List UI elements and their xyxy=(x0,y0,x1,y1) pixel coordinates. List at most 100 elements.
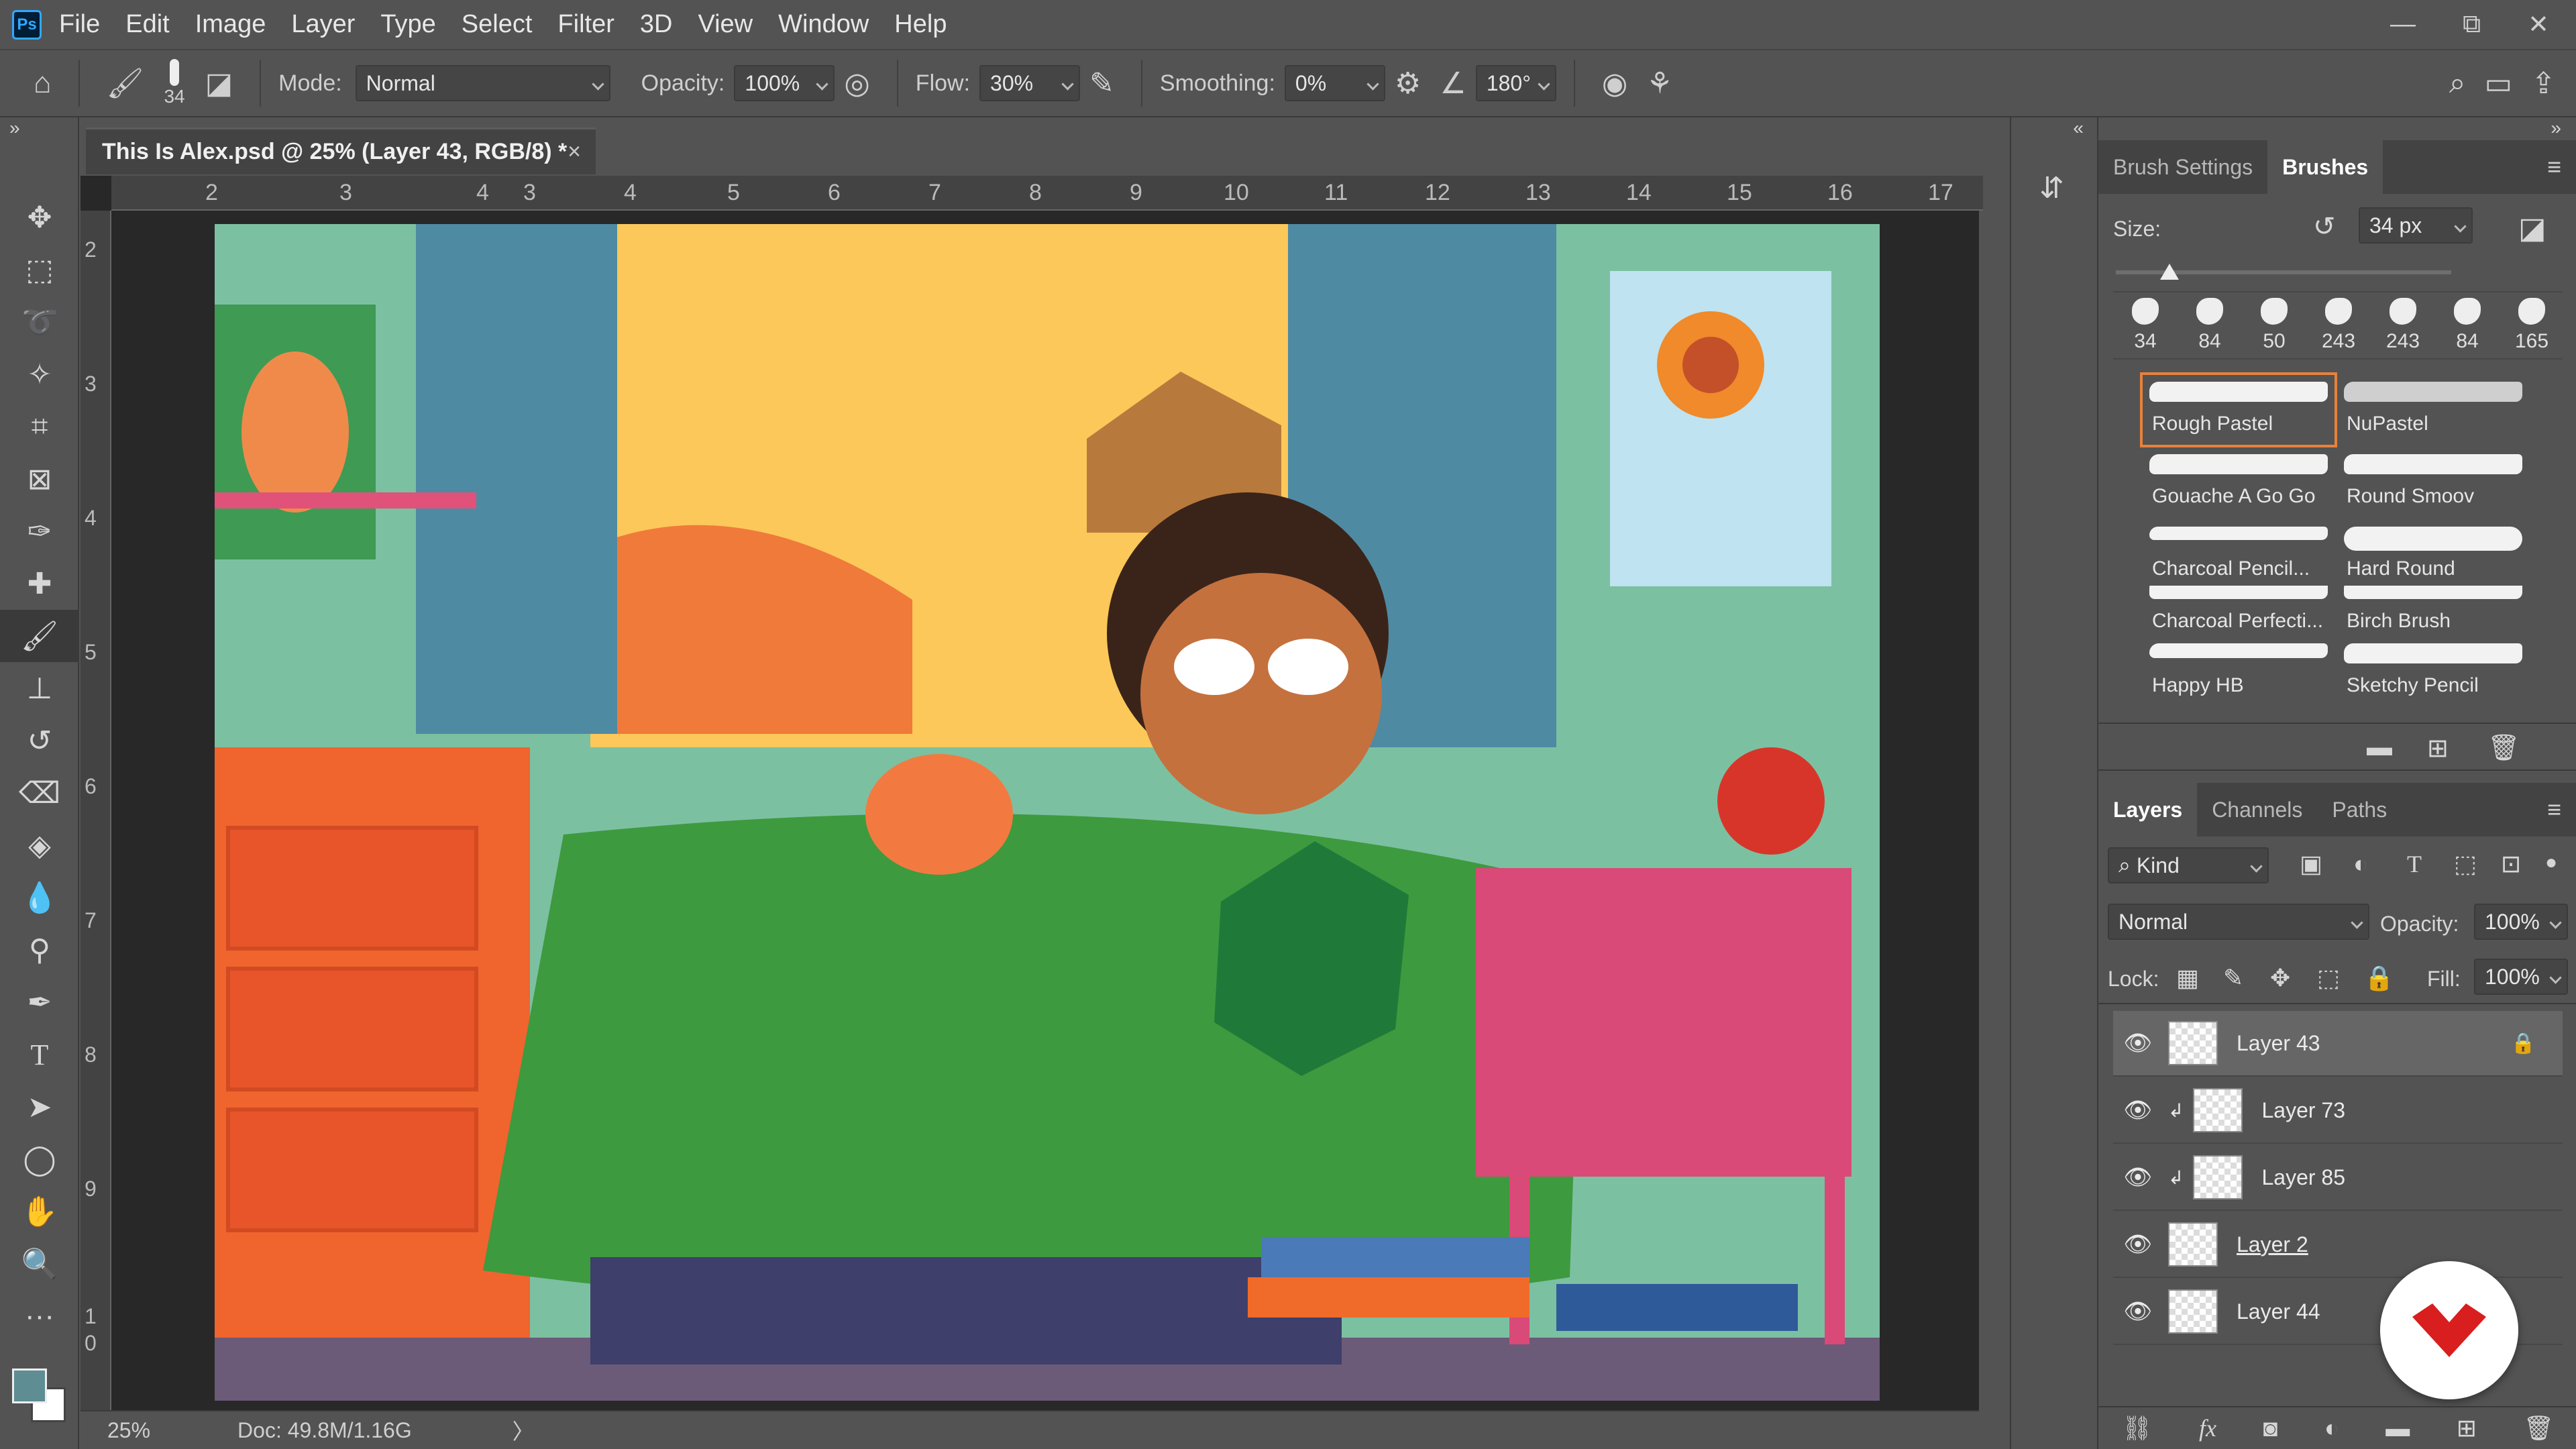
tab-layers[interactable]: Layers xyxy=(2098,783,2198,837)
collapse-icon[interactable]: « xyxy=(2073,117,2084,139)
menu-image[interactable]: Image xyxy=(195,10,266,39)
floating-logo-button[interactable] xyxy=(2380,1261,2518,1399)
add-mask-icon[interactable]: ◙ xyxy=(2263,1414,2278,1442)
panel-menu-icon[interactable]: ≡ xyxy=(2547,796,2561,824)
history-brush-tool-icon[interactable]: ↺ xyxy=(0,714,79,767)
brush-tool-icon[interactable]: 🖌 xyxy=(0,610,79,662)
menu-3d[interactable]: 3D xyxy=(640,10,673,39)
brush-item[interactable]: Sketchy Pencil xyxy=(2337,637,2529,706)
magic-wand-tool-icon[interactable]: ✧ xyxy=(0,348,79,400)
hand-tool-icon[interactable]: ✋ xyxy=(0,1185,79,1238)
brush-preset[interactable]: 243 xyxy=(2306,292,2371,357)
filter-toggle-icon[interactable]: ● xyxy=(2545,851,2557,874)
kind-filter-dropdown[interactable]: ⌕ Kind xyxy=(2108,847,2269,883)
tab-channels[interactable]: Channels xyxy=(2197,783,2317,837)
menu-layer[interactable]: Layer xyxy=(291,10,355,39)
brush-item[interactable]: Charcoal Perfecti... xyxy=(2143,586,2334,637)
fill-input[interactable]: 100% xyxy=(2474,959,2568,995)
smoothing-settings-gear-icon[interactable]: ⚙ xyxy=(1395,66,1421,101)
layer-row-selected[interactable]: 👁 Layer 43 🔒 xyxy=(2113,1011,2563,1077)
delete-brush-icon[interactable]: 🗑 xyxy=(2487,733,2520,763)
new-brush-preset-icon[interactable]: ⊞ xyxy=(2427,733,2449,763)
symmetry-butterfly-icon[interactable]: ⚘ xyxy=(1646,66,1672,101)
ruler-horizontal[interactable]: 2 3 4 3 4 5 6 7 8 9 10 11 12 13 14 15 16… xyxy=(111,176,1983,211)
toolbar-collapse[interactable]: » xyxy=(0,117,78,191)
new-group-icon[interactable]: ▬ xyxy=(2385,1414,2410,1442)
eraser-tool-icon[interactable]: ⌫ xyxy=(0,767,79,819)
workspace-icon[interactable]: ▭ xyxy=(2485,66,2513,101)
restore-button[interactable]: ⧉ xyxy=(2463,10,2481,39)
menu-view[interactable]: View xyxy=(698,10,753,39)
menu-select[interactable]: Select xyxy=(462,10,533,39)
brush-item[interactable]: Gouache A Go Go xyxy=(2143,447,2334,517)
tab-paths[interactable]: Paths xyxy=(2317,783,2402,837)
filter-type-icon[interactable]: T xyxy=(2407,850,2422,878)
artwork-canvas[interactable] xyxy=(215,224,1880,1401)
close-window-button[interactable]: ✕ xyxy=(2528,9,2549,40)
dodge-tool-icon[interactable]: ⚲ xyxy=(0,924,79,976)
tab-brushes[interactable]: Brushes xyxy=(2267,140,2383,194)
move-tool-icon[interactable]: ✥ xyxy=(0,191,79,244)
marquee-tool-icon[interactable]: ⬚ xyxy=(0,244,79,296)
healing-brush-tool-icon[interactable]: ✚ xyxy=(0,557,79,610)
paint-bucket-tool-icon[interactable]: ◈ xyxy=(0,819,79,871)
brush-item[interactable]: Hard Round xyxy=(2337,520,2529,590)
more-tools-icon[interactable]: ··· xyxy=(0,1290,79,1342)
airbrush-icon[interactable]: ✎ xyxy=(1089,66,1114,101)
filter-shape-icon[interactable]: ⬚ xyxy=(2454,850,2477,878)
visibility-eye-icon[interactable]: 👁 xyxy=(2123,1231,2153,1258)
history-panel-icon[interactable]: ⇵ xyxy=(2039,171,2064,205)
link-layers-icon[interactable]: ⛓ xyxy=(2122,1414,2153,1442)
zoom-tool-icon[interactable]: 🔍 xyxy=(0,1238,79,1290)
layer-row[interactable]: 👁 ↲ Layer 85 xyxy=(2113,1145,2563,1211)
layer-row[interactable]: 👁 Layer 2 xyxy=(2113,1212,2563,1278)
brush-item[interactable]: Round Smoov xyxy=(2337,447,2529,517)
brush-size-preview[interactable]: 34 xyxy=(164,59,185,107)
size-input[interactable]: 34 px xyxy=(2359,207,2473,244)
menu-file[interactable]: File xyxy=(59,10,100,39)
zoom-level[interactable]: 25% xyxy=(107,1418,150,1443)
lasso-tool-icon[interactable]: ➰ xyxy=(0,296,79,348)
mode-dropdown[interactable]: Normal xyxy=(355,65,610,101)
brush-item[interactable]: Birch Brush xyxy=(2337,586,2529,637)
lock-all-icon[interactable]: 🔒 xyxy=(2364,964,2394,992)
brush-item-selected[interactable]: Rough Pastel xyxy=(2140,372,2337,447)
search-icon[interactable]: ⌕ xyxy=(2449,66,2466,100)
path-selection-tool-icon[interactable]: ➤ xyxy=(0,1081,79,1133)
crop-tool-icon[interactable]: ⌗ xyxy=(0,400,79,453)
filter-pixel-icon[interactable]: ▣ xyxy=(2300,850,2322,878)
brush-item[interactable]: NuPastel xyxy=(2337,375,2529,445)
blend-mode-dropdown[interactable]: Normal xyxy=(2108,904,2369,940)
foreground-color-swatch[interactable] xyxy=(12,1368,47,1403)
brush-preset[interactable]: 50 xyxy=(2242,292,2306,357)
brush-preset[interactable]: 34 xyxy=(2113,292,2178,357)
ellipse-tool-icon[interactable]: ◯ xyxy=(0,1133,79,1185)
flow-input[interactable]: 30% xyxy=(979,65,1081,101)
document-tab[interactable]: This Is Alex.psd @ 25% (Layer 43, RGB/8)… xyxy=(86,127,596,174)
new-brush-icon[interactable]: ◪ xyxy=(2518,211,2546,246)
brush-preset[interactable]: 84 xyxy=(2435,292,2500,357)
visibility-eye-icon[interactable]: 👁 xyxy=(2123,1030,2153,1057)
size-slider-thumb[interactable] xyxy=(2160,264,2179,280)
brush-panel-toggle-icon[interactable]: ◪ xyxy=(205,66,233,101)
lock-pixels-icon[interactable]: ✎ xyxy=(2223,964,2243,992)
brush-tool-preset-icon[interactable]: 🖌 xyxy=(107,66,144,101)
reset-size-icon[interactable]: ↺ xyxy=(2313,211,2336,242)
brush-preset[interactable]: 243 xyxy=(2371,292,2435,357)
status-menu-arrow[interactable]: 〉 xyxy=(513,1415,534,1446)
share-icon[interactable]: ⇪ xyxy=(2531,66,2556,101)
lock-transparent-icon[interactable]: ▦ xyxy=(2176,964,2199,992)
filter-adjustment-icon[interactable]: ◐ xyxy=(2353,850,2368,878)
menu-help[interactable]: Help xyxy=(894,10,947,39)
delete-layer-icon[interactable]: 🗑 xyxy=(2524,1414,2555,1442)
layer-row[interactable]: 👁 ↲ Layer 73 xyxy=(2113,1078,2563,1144)
type-tool-icon[interactable]: T xyxy=(0,1028,79,1081)
opacity-input[interactable]: 100% xyxy=(734,65,835,101)
menu-type[interactable]: Type xyxy=(380,10,435,39)
panel-menu-icon[interactable]: ≡ xyxy=(2547,153,2561,181)
pressure-size-icon[interactable]: ◉ xyxy=(1602,66,1627,101)
lock-position-icon[interactable]: ✥ xyxy=(2270,964,2290,992)
new-layer-icon[interactable]: ⊞ xyxy=(2457,1414,2477,1442)
menu-filter[interactable]: Filter xyxy=(557,10,614,39)
brush-preset[interactable]: 84 xyxy=(2178,292,2242,357)
